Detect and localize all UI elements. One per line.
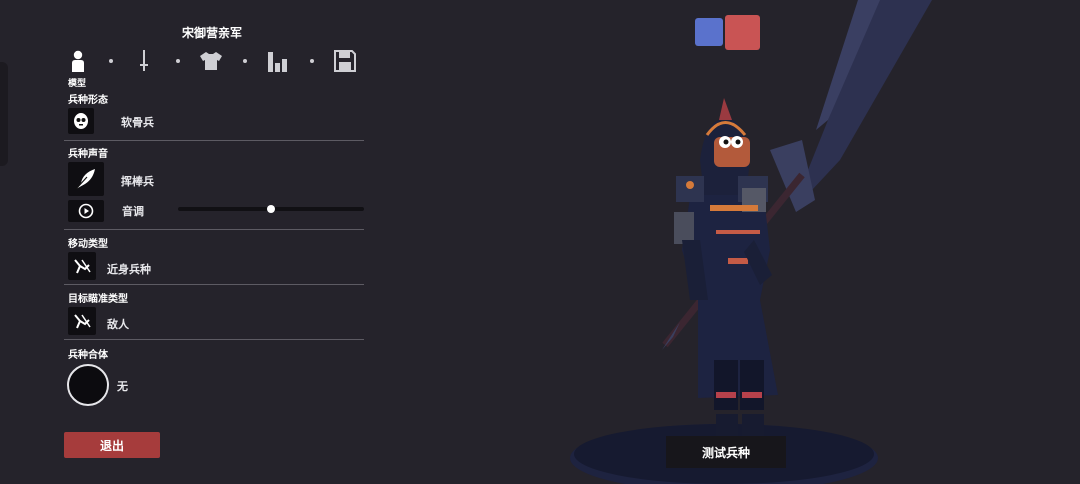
toolbar-separator	[176, 59, 180, 63]
combine-value: 无	[117, 380, 128, 393]
team-blue-button[interactable]	[695, 18, 723, 46]
movement-value[interactable]: 近身兵种	[107, 261, 151, 277]
section-title-voice: 兵种声音	[68, 149, 108, 160]
sword-icon[interactable]	[131, 48, 157, 74]
save-icon[interactable]	[332, 48, 358, 74]
divider	[64, 339, 364, 340]
skull-face-icon[interactable]	[68, 108, 94, 134]
targeting-value[interactable]: 敌人	[107, 316, 129, 332]
pitch-slider[interactable]	[178, 205, 364, 213]
section-title-movement: 移动类型	[68, 239, 108, 250]
toolbar-separator	[310, 59, 314, 63]
pitch-slider-handle[interactable]	[267, 205, 275, 213]
voice-value[interactable]: 挥棒兵	[121, 173, 154, 189]
tool-label-model: 模型	[68, 79, 87, 89]
divider	[64, 229, 364, 230]
editor-toolbar	[0, 48, 380, 88]
feather-icon[interactable]	[68, 162, 104, 196]
form-value[interactable]: 软骨兵	[121, 114, 154, 130]
section-title-combine: 兵种合体	[68, 350, 108, 361]
stats-icon[interactable]	[265, 48, 291, 74]
target-enemy-icon[interactable]	[68, 307, 96, 335]
team-red-button[interactable]	[725, 15, 760, 50]
section-title-form: 兵种形态	[68, 95, 108, 106]
toolbar-separator	[243, 59, 247, 63]
toolbar-separator	[109, 59, 113, 63]
person-icon[interactable]	[65, 48, 91, 74]
play-icon[interactable]	[68, 200, 104, 222]
unit-title: 宋御营亲军	[181, 26, 242, 40]
unit-preview-scene: 测试兵种	[540, 0, 1080, 484]
melee-icon[interactable]	[68, 252, 96, 280]
section-title-targeting: 目标瞄准类型	[68, 294, 128, 305]
divider	[64, 140, 364, 141]
unit-editor-panel: 宋御营亲军 模型 兵种形态 软骨兵 兵种声音 挥棒兵 音调 移动类型 近身兵种 …	[0, 0, 380, 484]
exit-button[interactable]: 退出	[64, 432, 160, 458]
unit-model-render	[570, 0, 932, 484]
combine-slot[interactable]	[67, 364, 109, 406]
test-unit-button[interactable]: 测试兵种	[666, 436, 786, 468]
divider	[64, 284, 364, 285]
pitch-label: 音调	[122, 205, 144, 218]
shirt-icon[interactable]	[198, 48, 224, 74]
